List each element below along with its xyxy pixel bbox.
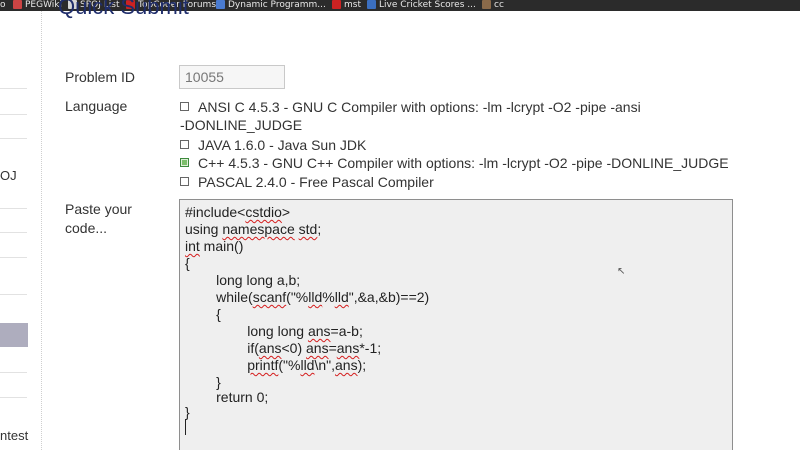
bookmark-label: Dynamic Programm... xyxy=(228,0,326,10)
radio-unchecked-icon[interactable] xyxy=(180,140,189,149)
sidebar-divider xyxy=(0,138,27,139)
language-option-label: ANSI C 4.5.3 - GNU C Compiler with optio… xyxy=(198,98,641,115)
paste-code-label-line: Paste your xyxy=(65,201,132,217)
mst-favicon-icon xyxy=(332,0,341,9)
language-label: Language xyxy=(65,98,128,114)
radio-unchecked-icon[interactable] xyxy=(180,102,189,111)
dp-favicon-icon xyxy=(216,0,225,9)
sidebar: OJ ntest xyxy=(0,11,42,450)
code-line: long long a,b; xyxy=(185,272,301,288)
code-textarea[interactable]: #include<cstdio> using namespace std; in… xyxy=(179,199,733,450)
bookmark-label: PEGWiki xyxy=(25,0,63,10)
cricinfo-favicon-icon xyxy=(367,0,376,9)
bookmark-cc[interactable]: cc xyxy=(482,0,504,11)
codechef-favicon-icon xyxy=(482,0,491,9)
sidebar-divider xyxy=(0,208,27,209)
sidebar-item-active[interactable] xyxy=(0,323,28,347)
sidebar-divider xyxy=(0,114,27,115)
radio-unchecked-icon[interactable] xyxy=(180,177,189,186)
bookmark-label: o xyxy=(0,0,6,10)
code-line: { xyxy=(185,306,221,322)
problem-id-input[interactable]: 10055 xyxy=(179,65,285,89)
paste-code-label-line: code... xyxy=(65,220,108,236)
problem-id-label: Problem ID xyxy=(65,69,136,85)
bookmark-label: Live Cricket Scores ... xyxy=(379,0,476,10)
sidebar-divider xyxy=(0,88,27,89)
sidebar-divider xyxy=(0,397,27,398)
code-line: #include<cstdio> xyxy=(185,204,291,220)
language-option-label-continued: -DONLINE_JUDGE xyxy=(180,117,303,133)
language-option-pascal[interactable]: PASCAL 2.4.0 - Free Pascal Compiler xyxy=(180,172,434,191)
language-option-cpp[interactable]: C++ 4.5.3 - GNU C++ Compiler with option… xyxy=(180,153,729,172)
sidebar-divider xyxy=(0,372,27,373)
language-option-label: PASCAL 2.4.0 - Free Pascal Compiler xyxy=(198,173,434,190)
bookmark-label: mst xyxy=(344,0,361,10)
language-option-java[interactable]: JAVA 1.6.0 - Java Sun JDK xyxy=(180,135,366,154)
sidebar-divider xyxy=(0,257,27,258)
bookmark-dynamic-programming[interactable]: Dynamic Programm... xyxy=(216,0,326,11)
code-line: int main() xyxy=(185,238,244,254)
pegwiki-favicon-icon xyxy=(13,0,22,9)
code-line: printf("%lld\n",ans); xyxy=(247,357,367,373)
code-line: return 0; xyxy=(185,389,269,405)
text-caret xyxy=(185,419,186,435)
code-line: while(scanf("%lld%lld",&a,&b)==2) xyxy=(185,289,430,305)
code-line: using namespace std; xyxy=(185,221,322,237)
code-line: if(ans<0) ans=ans*-1; xyxy=(185,340,382,356)
sidebar-item-contest[interactable]: ntest xyxy=(0,428,28,443)
sidebar-divider xyxy=(0,232,27,233)
bookmark-live-cricket[interactable]: Live Cricket Scores ... xyxy=(367,0,476,11)
bookmark-pegwiki[interactable]: PEGWiki xyxy=(13,0,62,11)
page-title: Quick Submit xyxy=(58,0,189,19)
code-line: { xyxy=(185,255,190,271)
code-line: long long ans=a-b; xyxy=(185,323,363,339)
radio-checked-icon[interactable] xyxy=(180,158,189,167)
paste-code-label: Paste your code... xyxy=(65,200,132,238)
language-option-ansi-c[interactable]: ANSI C 4.5.3 - GNU C Compiler with optio… xyxy=(180,97,641,116)
sidebar-item-label[interactable]: OJ xyxy=(0,168,17,183)
bookmark-label: cc xyxy=(494,0,504,10)
mouse-cursor-icon: ↖ xyxy=(617,266,626,277)
bookmark-item[interactable]: o xyxy=(0,0,6,11)
language-option-label: JAVA 1.6.0 - Java Sun JDK xyxy=(198,136,367,153)
bookmark-mst[interactable]: mst xyxy=(332,0,361,11)
sidebar-divider xyxy=(0,294,27,295)
language-option-label: C++ 4.5.3 - GNU C++ Compiler with option… xyxy=(198,154,729,171)
